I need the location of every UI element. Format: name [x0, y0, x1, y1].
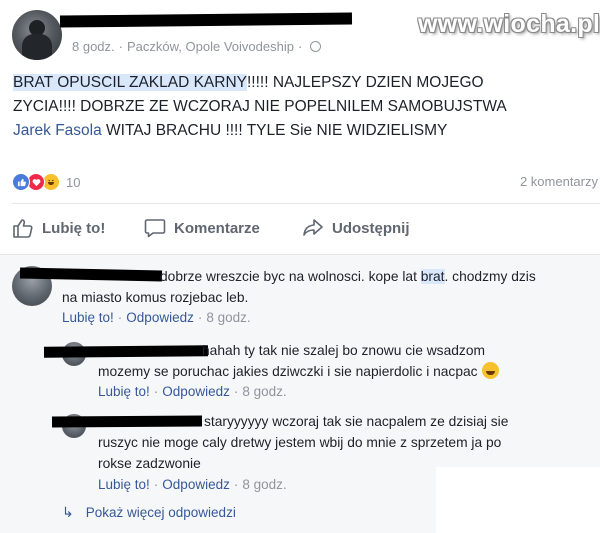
comment-label: Komentarze	[174, 219, 260, 237]
author-name-redacted	[59, 12, 353, 28]
reply-body: hahah ty tak nie szalej bo znowu cie wsa…	[98, 340, 499, 382]
comment-time[interactable]: 8 godz.	[206, 310, 250, 325]
post-line-1: BRAT OPUSCIL ZAKLAD KARNY!!!!! NAJLEPSZY…	[13, 71, 598, 95]
post-line-2: ZYCIA!!!! DOBRZE ZE WCZORAJ NIE POPELNIL…	[13, 98, 507, 115]
reply-reply-link[interactable]: Odpowiedz	[162, 384, 230, 399]
reply-like-link[interactable]: Lubię to!	[98, 384, 150, 399]
post-body: BRAT OPUSCIL ZAKLAD KARNY!!!!! NAJLEPSZY…	[13, 71, 598, 143]
post-time[interactable]: 8 godz.	[72, 39, 115, 54]
like-icon	[12, 173, 30, 191]
avatar-body	[22, 34, 52, 60]
divider	[12, 203, 600, 204]
comment-actions: Lubię to! · Odpowiedz · 8 godz.	[62, 310, 251, 325]
post-text-1-rest: !!!!! NAJLEPSZY DZIEN MOJEGO	[247, 74, 484, 91]
comment-reply-link[interactable]: Odpowiedz	[126, 310, 194, 325]
comment-text-1b: . chodzmy dzis	[444, 269, 536, 284]
post-location[interactable]: Paczków, Opole Voivodeship	[127, 39, 294, 54]
reply-text-2: mozemy se poruchac jakies dziwczki i sie…	[98, 364, 478, 379]
meta-separator-2: ·	[297, 39, 303, 54]
post-meta: 8 godz. · Paczków, Opole Voivodeship ·	[72, 39, 322, 54]
comment-like-link[interactable]: Lubię to!	[62, 310, 114, 325]
author-avatar[interactable]	[12, 10, 62, 60]
comment-line-1: dobrze wreszcie byc na wolnosci. kope la…	[62, 266, 536, 287]
comment-button[interactable]: Komentarze	[144, 218, 260, 238]
reply-line-1: staryyyyyy wczoraj tak sie nacpalem ze d…	[98, 411, 508, 432]
share-label: Udostępnij	[332, 219, 410, 237]
comment-icon	[144, 219, 166, 238]
like-label: Lubię to!	[42, 219, 106, 237]
globe-icon	[310, 41, 322, 52]
like-button[interactable]: Lubię to!	[12, 218, 105, 238]
reply-line-1: hahah ty tak nie szalej bo znowu cie wsa…	[98, 340, 499, 361]
reply-time[interactable]: 8 godz.	[242, 384, 286, 399]
separator-dot: ·	[153, 384, 159, 399]
comment-line-2: na miasto komus rozjebac leb.	[62, 290, 249, 305]
watermark: www.wiocha.pl	[418, 10, 600, 38]
thumbs-up-icon	[13, 219, 33, 238]
reply-body: staryyyyyy wczoraj tak sie nacpalem ze d…	[98, 411, 508, 474]
reactions-count: 10	[66, 174, 81, 190]
show-more-replies[interactable]: ↳ Pokaż więcej odpowiedzi	[62, 504, 236, 521]
share-button[interactable]: Udostępnij	[302, 218, 410, 238]
post-actions-bar: Lubię to! Komentarze Udostępnij	[0, 212, 600, 246]
reactions-summary[interactable]: 10	[12, 172, 80, 192]
reply-line-2: mozemy se poruchac jakies dziwczki i sie…	[98, 361, 499, 382]
reply-actions: Lubię to! · Odpowiedz · 8 godz.	[98, 477, 287, 492]
reply-like-link[interactable]: Lubię to!	[98, 477, 150, 492]
separator-dot: ·	[233, 477, 239, 492]
comments-count[interactable]: 2 komentarzy	[520, 174, 598, 189]
comment-body: dobrze wreszcie byc na wolnosci. kope la…	[62, 266, 536, 308]
post-header: 8 godz. · Paczków, Opole Voivodeship · www.…	[0, 0, 600, 64]
reply-text-1: staryyyyyy wczoraj tak sie nacpalem ze d…	[204, 414, 509, 429]
reply-line-2: ruszyc nie moge caly dretwy jestem wbij …	[98, 435, 502, 450]
comment-highlight: brat	[420, 269, 445, 284]
image-crop-block	[436, 467, 600, 533]
show-more-replies-label: Pokaż więcej odpowiedzi	[85, 505, 236, 520]
comment-text-1a: dobrze wreszcie byc na wolnosci. kope la…	[160, 269, 421, 284]
post-highlighted-text: BRAT OPUSCIL ZAKLAD KARNY	[13, 74, 247, 91]
reply-actions: Lubię to! · Odpowiedz · 8 godz.	[98, 384, 287, 399]
meta-separator: ·	[118, 39, 123, 54]
post-text-3-rest: WITAJ BRACHU !!!! TYLE Sie NIE WIDZIELIS…	[101, 122, 448, 139]
share-icon	[303, 219, 323, 236]
reply-text-1: hahah ty tak nie szalej bo znowu cie wsa…	[202, 343, 485, 358]
separator-dot: ·	[233, 384, 239, 399]
reply-reply-link[interactable]: Odpowiedz	[162, 477, 230, 492]
reply-time[interactable]: 8 godz.	[242, 477, 286, 492]
separator-dot: ·	[117, 310, 123, 325]
post-line-3: Jarek Fasola WITAJ BRACHU !!!! TYLE Sie …	[13, 119, 598, 143]
separator-dot: ·	[197, 310, 203, 325]
reply-arrow-icon: ↳	[62, 504, 74, 520]
tagged-user-link[interactable]: Jarek Fasola	[13, 122, 102, 139]
separator-dot: ·	[153, 477, 159, 492]
laughing-emoji-icon	[481, 362, 499, 379]
